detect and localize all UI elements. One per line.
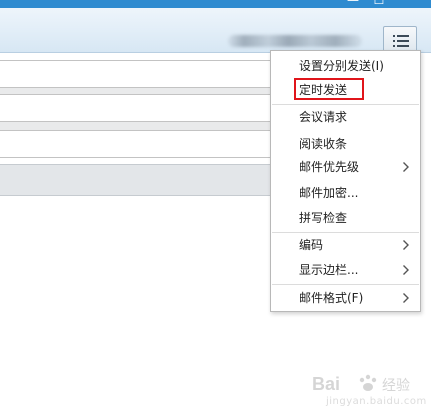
watermark-url: jingyan.baidu.com xyxy=(326,396,427,407)
field-divider xyxy=(0,122,300,130)
minimize-button[interactable]: — xyxy=(346,0,360,6)
menu-item-separate-send[interactable]: 设置分别发送(I) xyxy=(271,54,420,78)
maximize-button[interactable]: ☐ xyxy=(372,0,386,6)
menu-item-priority[interactable]: 邮件优先级 xyxy=(271,155,420,179)
menu-item-show-sidebar[interactable]: 显示边栏... xyxy=(271,258,420,282)
watermark-logo-text-2: 经验 xyxy=(382,378,410,394)
menu-item-spell-check[interactable]: 拼写检查 xyxy=(271,206,420,230)
cc-field[interactable] xyxy=(0,94,300,122)
editor-format-toolbar xyxy=(0,164,300,196)
menu-item-meeting-request[interactable]: 会议请求 xyxy=(271,105,420,129)
subject-field[interactable] xyxy=(0,130,300,158)
menu-item-read-receipt[interactable]: 阅读收条 xyxy=(271,132,420,156)
list-icon xyxy=(393,35,409,47)
paw-logo-icon: Bai 经验 xyxy=(312,374,410,394)
menu-separator xyxy=(272,284,419,285)
recipient-field[interactable] xyxy=(0,60,300,88)
menu-item-label: 设置分别发送(I) xyxy=(299,59,384,73)
more-options-menu: 设置分别发送(I) 定时发送 会议请求 阅读收条 邮件优先级 邮件加密... 拼… xyxy=(270,50,421,312)
menu-item-label: 阅读收条 xyxy=(299,137,348,151)
chevron-right-icon xyxy=(403,293,409,303)
baidu-jingyan-watermark: Bai 经验 jingyan.baidu.com xyxy=(312,372,427,412)
menu-item-label: 邮件优先级 xyxy=(299,160,360,174)
menu-item-encrypt[interactable]: 邮件加密... xyxy=(271,181,420,205)
menu-item-label: 邮件格式(F) xyxy=(299,291,364,305)
highlight-annotation-box xyxy=(294,78,364,100)
chevron-right-icon xyxy=(403,240,409,250)
menu-item-encoding[interactable]: 编码 xyxy=(271,233,420,257)
menu-item-label: 编码 xyxy=(299,238,324,252)
chevron-right-icon xyxy=(403,162,409,172)
chevron-right-icon xyxy=(403,265,409,275)
watermark-logo-text: Bai xyxy=(312,374,340,394)
window-title-bar: — ☐ xyxy=(0,0,431,8)
account-name-blurred xyxy=(228,35,362,47)
message-body-editor[interactable] xyxy=(0,196,270,419)
menu-item-mail-format[interactable]: 邮件格式(F) xyxy=(271,286,420,310)
menu-item-label: 会议请求 xyxy=(299,110,348,124)
menu-item-label: 邮件加密... xyxy=(299,186,359,200)
menu-item-label: 拼写检查 xyxy=(299,211,348,225)
compose-toolbar xyxy=(0,8,431,54)
menu-item-label: 显示边栏... xyxy=(299,263,359,277)
